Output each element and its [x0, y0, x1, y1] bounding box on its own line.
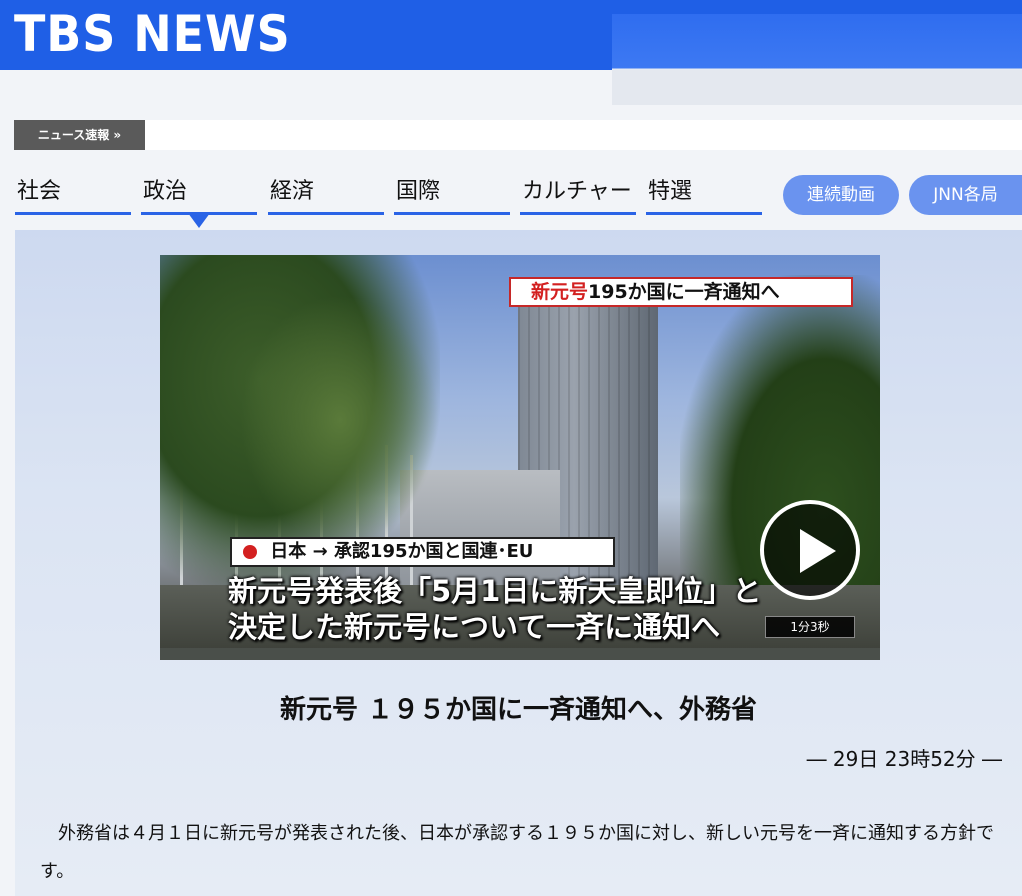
- tab-society[interactable]: 社会: [15, 170, 131, 215]
- video-caption-subhead: 日本 → 承認195か国と国連･EU: [230, 537, 615, 567]
- video-caption-headline: 新元号195か国に一斉通知へ: [509, 277, 853, 307]
- japan-flag-icon: [236, 539, 264, 565]
- tab-economy[interactable]: 経済: [268, 170, 384, 215]
- video-scene-tree: [240, 295, 440, 545]
- tab-culture[interactable]: カルチャー: [520, 170, 636, 215]
- serial-videos-button[interactable]: 連続動画: [783, 175, 899, 215]
- header-ad-banner-lower: [612, 70, 1022, 105]
- caption-subhead-rest: 承認195か国と国連･EU: [333, 541, 534, 562]
- breaking-news-label[interactable]: ニュース速報 »: [14, 120, 145, 150]
- caption-headline-red: 新元号: [531, 281, 589, 303]
- article-body: 外務省は４月１日に新元号が発表された後、日本が承認する１９５か国に対し、新しい元…: [40, 823, 994, 882]
- video-caption-line-2: 決定した新元号について一斉に通知へ: [228, 610, 721, 644]
- article-date: ― 29日 23時52分 ―: [806, 747, 1002, 771]
- play-icon[interactable]: [760, 500, 860, 600]
- site-logo[interactable]: TBS NEWS: [14, 4, 291, 64]
- active-tab-indicator: [188, 213, 210, 228]
- tab-special[interactable]: 特選: [646, 170, 762, 215]
- breaking-news-bar: ニュース速報 »: [14, 120, 1022, 150]
- video-caption-line-1: 新元号発表後「5月1日に新天皇即位」と: [228, 574, 762, 608]
- video-player[interactable]: 新元号195か国に一斉通知へ 日本 → 承認195か国と国連･EU 新元号発表後…: [160, 255, 880, 660]
- video-bottom-strip: [160, 648, 880, 660]
- arrow-right-icon: →: [312, 541, 328, 562]
- caption-headline-black: 195か国に一斉通知へ: [588, 281, 780, 303]
- tab-politics[interactable]: 政治: [141, 170, 257, 215]
- article-title: 新元号 １９５か国に一斉通知へ、外務省: [279, 695, 758, 725]
- video-duration: 1分3秒: [765, 616, 855, 638]
- caption-country: 日本: [270, 541, 307, 562]
- tab-international[interactable]: 国際: [394, 170, 510, 215]
- jnn-stations-button[interactable]: JNN各局: [909, 175, 1022, 215]
